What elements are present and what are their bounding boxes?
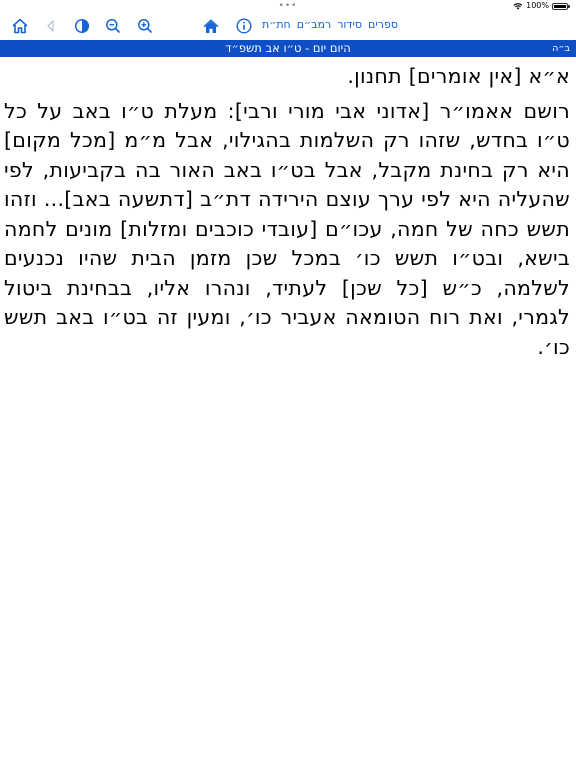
- info-icon[interactable]: [235, 17, 253, 35]
- home-filled-icon[interactable]: [202, 17, 220, 35]
- status-bar: ••• 100%: [0, 0, 576, 12]
- status-indicators: 100%: [513, 1, 570, 11]
- back-arrow-icon[interactable]: [42, 17, 60, 35]
- zoom-in-icon[interactable]: [136, 17, 154, 35]
- battery-percent: 100%: [526, 1, 549, 10]
- nav-link-siddur[interactable]: סידור: [337, 18, 362, 31]
- battery-icon: [552, 2, 570, 10]
- header-bar: היום יום - ט״ו אב תשפ״ד ב״ה: [0, 40, 576, 57]
- toolbar: ספרים סידור רמב״ם חת״ת: [0, 12, 576, 40]
- nav-link-rambam[interactable]: רמב״ם: [297, 18, 331, 31]
- paragraph: א״א [אין אומרים] תחנון.: [347, 64, 570, 88]
- paragraph: רושם אאמו״ר [אדוני אבי מורי ורבי]: מעלת …: [4, 98, 570, 359]
- wifi-icon: [513, 3, 523, 10]
- nav-link-chitat[interactable]: חת״ת: [262, 18, 291, 31]
- reading-content: א״א [אין אומרים] תחנון. רושם אאמו״ר [אדו…: [4, 62, 570, 367]
- nav-links: ספרים סידור רמב״ם חת״ת: [262, 18, 398, 31]
- page-title: היום יום - ט״ו אב תשפ״ד: [225, 41, 351, 55]
- multitask-dots[interactable]: •••: [0, 1, 576, 11]
- home-icon[interactable]: [11, 17, 29, 35]
- zoom-out-icon[interactable]: [104, 17, 122, 35]
- contrast-icon[interactable]: [73, 17, 91, 35]
- header-right-label: ב״ה: [552, 43, 570, 54]
- nav-link-books[interactable]: ספרים: [368, 18, 398, 31]
